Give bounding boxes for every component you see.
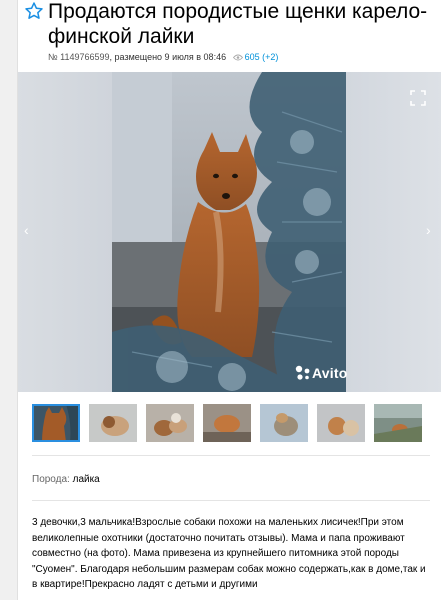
- views-count[interactable]: 605 (+2): [245, 52, 279, 62]
- breed-label: Порода:: [32, 474, 70, 485]
- listing-number: № 1149766599: [48, 52, 110, 62]
- avito-logo-icon: [295, 365, 310, 380]
- divider: [32, 455, 430, 456]
- listing-title: Продаются породистые щенки карело-финско…: [48, 0, 428, 48]
- views-eye-icon: [232, 54, 243, 61]
- thumbnail-7[interactable]: [374, 404, 422, 442]
- thumbnail-strip: [32, 404, 432, 442]
- thumbnail-5[interactable]: [260, 404, 308, 442]
- fullscreen-icon[interactable]: [410, 90, 426, 106]
- main-photo[interactable]: [112, 72, 346, 392]
- thumbnail-2[interactable]: [89, 404, 137, 442]
- thumbnail-1[interactable]: [32, 404, 80, 442]
- divider: [32, 500, 430, 501]
- listing-meta: № 1149766599, размещено 9 июля в 08:46 6…: [48, 52, 278, 62]
- avito-watermark: Avito: [312, 365, 348, 381]
- thumbnail-3[interactable]: [146, 404, 194, 442]
- favorite-star-icon[interactable]: [24, 1, 44, 21]
- listing-posted: , размещено 9 июля в 08:46: [109, 52, 227, 62]
- listing-page: Продаются породистые щенки карело-финско…: [17, 0, 441, 600]
- thumbnail-6[interactable]: [317, 404, 365, 442]
- breed-param: Порода: лайка: [32, 474, 100, 485]
- thumbnail-4[interactable]: [203, 404, 251, 442]
- listing-description: 3 девочки,3 мальчика!Взрослые собаки пох…: [32, 517, 426, 590]
- gallery-blur-left: [18, 72, 112, 392]
- gallery-prev-arrow-icon[interactable]: ‹: [24, 222, 29, 238]
- photo-gallery[interactable]: ‹ › Avito: [18, 72, 441, 392]
- breed-value: лайка: [72, 474, 100, 485]
- gallery-next-arrow-icon[interactable]: ›: [426, 222, 431, 238]
